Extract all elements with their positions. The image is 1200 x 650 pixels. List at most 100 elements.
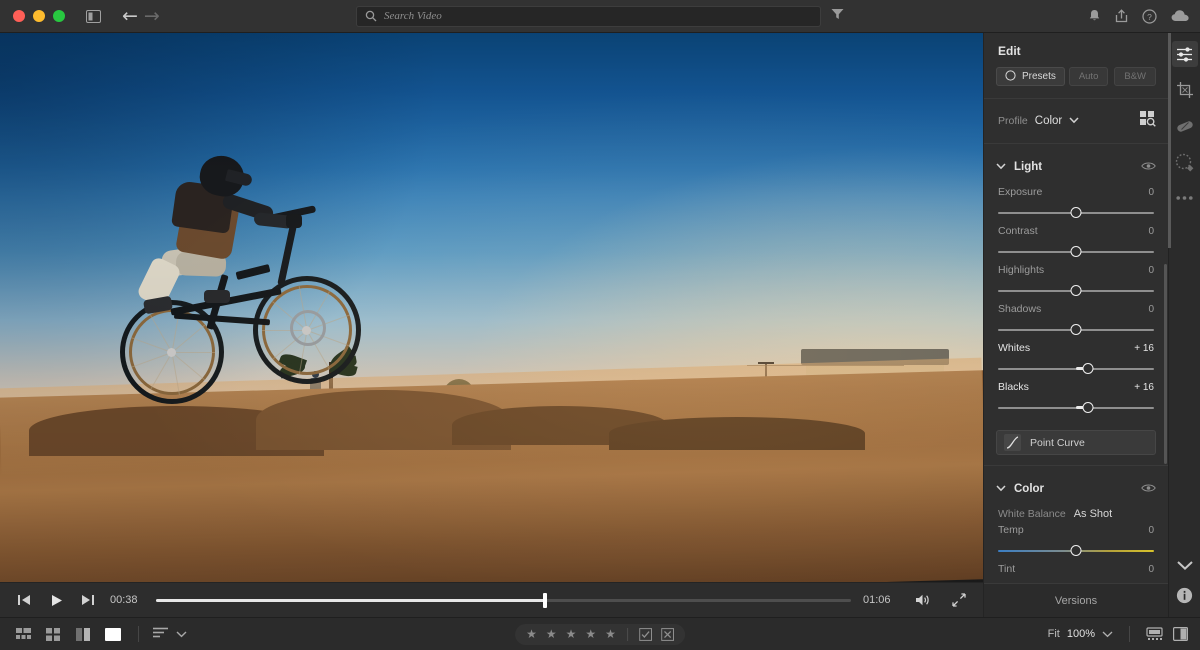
slider-value[interactable]: 0 xyxy=(1148,304,1154,315)
star-2[interactable]: ★ xyxy=(546,628,557,640)
slider-label: Blacks xyxy=(998,381,1029,393)
detail-view-button[interactable] xyxy=(102,624,124,644)
grid-view-button[interactable] xyxy=(42,624,64,644)
fullscreen-icon[interactable] xyxy=(949,590,969,610)
sort-button[interactable] xyxy=(153,625,187,643)
star-3[interactable]: ★ xyxy=(566,628,577,640)
split-view-icon[interactable] xyxy=(1173,627,1188,641)
slider-highlights[interactable]: Highlights0 xyxy=(984,264,1168,303)
close-window-button[interactable] xyxy=(13,10,25,22)
slider-knob[interactable] xyxy=(1071,246,1082,257)
flag-pick-icon[interactable] xyxy=(639,628,652,641)
masking-icon[interactable] xyxy=(1172,149,1198,175)
slider-knob[interactable] xyxy=(1071,207,1082,218)
share-icon[interactable] xyxy=(1115,9,1128,23)
info-icon[interactable] xyxy=(1176,587,1193,609)
color-section-header[interactable]: Color xyxy=(984,466,1168,508)
minimize-window-button[interactable] xyxy=(33,10,45,22)
slider-track-area[interactable] xyxy=(998,246,1154,257)
video-bar-right: 01:06 xyxy=(863,590,969,610)
maximize-window-button[interactable] xyxy=(53,10,65,22)
light-visibility-eye-icon[interactable] xyxy=(1141,158,1156,176)
slider-value[interactable]: 0 xyxy=(1148,525,1154,536)
slider-value[interactable]: + 16 xyxy=(1134,382,1154,393)
point-curve-button[interactable]: Point Curve xyxy=(996,430,1156,455)
filmstrip-toggle-icon[interactable] xyxy=(1146,627,1163,641)
slider-temp[interactable]: Temp0 xyxy=(984,524,1168,563)
cloud-icon[interactable] xyxy=(1171,9,1190,23)
slider-value[interactable]: + 16 xyxy=(1134,343,1154,354)
back-button[interactable]: ← xyxy=(122,7,138,26)
healing-brush-icon[interactable] xyxy=(1172,113,1198,139)
profile-browser-icon[interactable] xyxy=(1139,110,1156,132)
video-viewport[interactable] xyxy=(0,33,983,582)
color-visibility-eye-icon[interactable] xyxy=(1141,480,1156,498)
search-box[interactable] xyxy=(356,6,821,27)
slider-value[interactable]: 0 xyxy=(1148,265,1154,276)
slider-track-area[interactable] xyxy=(998,285,1154,296)
panel-scroll-indicator[interactable] xyxy=(1168,33,1171,248)
previous-frame-button[interactable] xyxy=(14,590,34,610)
edit-panel-icon[interactable] xyxy=(1172,41,1198,67)
bell-icon[interactable] xyxy=(1088,9,1101,23)
slider-knob[interactable] xyxy=(1071,545,1082,556)
volume-icon[interactable] xyxy=(913,590,933,610)
slider-knob[interactable] xyxy=(1082,363,1093,374)
slider-blacks[interactable]: Blacks + 16 xyxy=(984,381,1168,420)
slider-value[interactable]: 0 xyxy=(1148,226,1154,237)
star-5[interactable]: ★ xyxy=(605,628,616,640)
auto-bw-buttons: Auto B&W xyxy=(1069,67,1156,86)
next-frame-button[interactable] xyxy=(78,590,98,610)
star-1[interactable]: ★ xyxy=(526,628,537,640)
slider-track-area[interactable] xyxy=(998,363,1154,374)
slider-contrast[interactable]: Contrast0 xyxy=(984,225,1168,264)
collapse-chevron-icon[interactable] xyxy=(1177,557,1193,575)
slider-track-area[interactable] xyxy=(998,324,1154,335)
zoom-selector[interactable]: Fit 100% xyxy=(1048,625,1113,643)
slider-whites[interactable]: Whites+ 16 xyxy=(984,342,1168,381)
profile-selector[interactable]: Profile Color xyxy=(998,115,1079,127)
video-frame-image xyxy=(0,33,983,582)
white-balance-row[interactable]: White Balance As Shot xyxy=(984,508,1168,524)
edit-scroll-area[interactable]: Light Exposure0Contrast0Highlights0Shado… xyxy=(984,144,1168,583)
slider-value[interactable]: 0 xyxy=(1148,187,1154,198)
auto-button[interactable]: Auto xyxy=(1069,67,1109,86)
video-scrubber[interactable] xyxy=(156,592,851,608)
filmstrip-view-button[interactable] xyxy=(12,624,34,644)
compare-view-button[interactable] xyxy=(72,624,94,644)
more-options-icon[interactable] xyxy=(1172,185,1198,211)
slider-knob[interactable] xyxy=(1082,402,1093,413)
slider-tint[interactable]: Tint0 xyxy=(984,563,1168,583)
search-icon xyxy=(365,10,377,22)
playhead-handle[interactable] xyxy=(543,593,547,608)
versions-button[interactable]: Versions xyxy=(984,583,1168,617)
dirt-mound-4 xyxy=(609,417,865,450)
slider-exposure[interactable]: Exposure0 xyxy=(984,186,1168,225)
filter-icon[interactable] xyxy=(831,7,844,25)
crop-icon[interactable] xyxy=(1172,77,1198,103)
bw-button[interactable]: B&W xyxy=(1114,67,1156,86)
search-input[interactable] xyxy=(384,10,812,22)
white-balance-value: As Shot xyxy=(1074,508,1113,520)
chevron-down-icon[interactable] xyxy=(996,162,1006,172)
slider-knob[interactable] xyxy=(1071,324,1082,335)
slider-track-area[interactable] xyxy=(998,207,1154,218)
tool-rail xyxy=(1168,33,1200,617)
slider-value[interactable]: 0 xyxy=(1148,564,1154,575)
slider-track-area[interactable] xyxy=(998,545,1154,556)
forward-button[interactable]: → xyxy=(144,7,160,26)
slider-track-area[interactable] xyxy=(998,402,1154,413)
presets-button[interactable]: Presets xyxy=(996,67,1065,86)
star-4[interactable]: ★ xyxy=(585,628,596,640)
light-section-header[interactable]: Light xyxy=(984,144,1168,186)
sidebar-toggle-icon[interactable] xyxy=(80,3,106,29)
edit-panel-scrollbar[interactable] xyxy=(1164,264,1167,464)
color-sliders: Temp0Tint0Vibrance+ 34Saturation0 xyxy=(984,524,1168,583)
point-curve-label: Point Curve xyxy=(1030,437,1085,449)
chevron-down-icon[interactable] xyxy=(996,484,1006,494)
play-button[interactable] xyxy=(46,590,66,610)
slider-shadows[interactable]: Shadows0 xyxy=(984,303,1168,342)
flag-reject-icon[interactable] xyxy=(661,628,674,641)
help-icon[interactable]: ? xyxy=(1142,9,1157,24)
slider-knob[interactable] xyxy=(1071,285,1082,296)
